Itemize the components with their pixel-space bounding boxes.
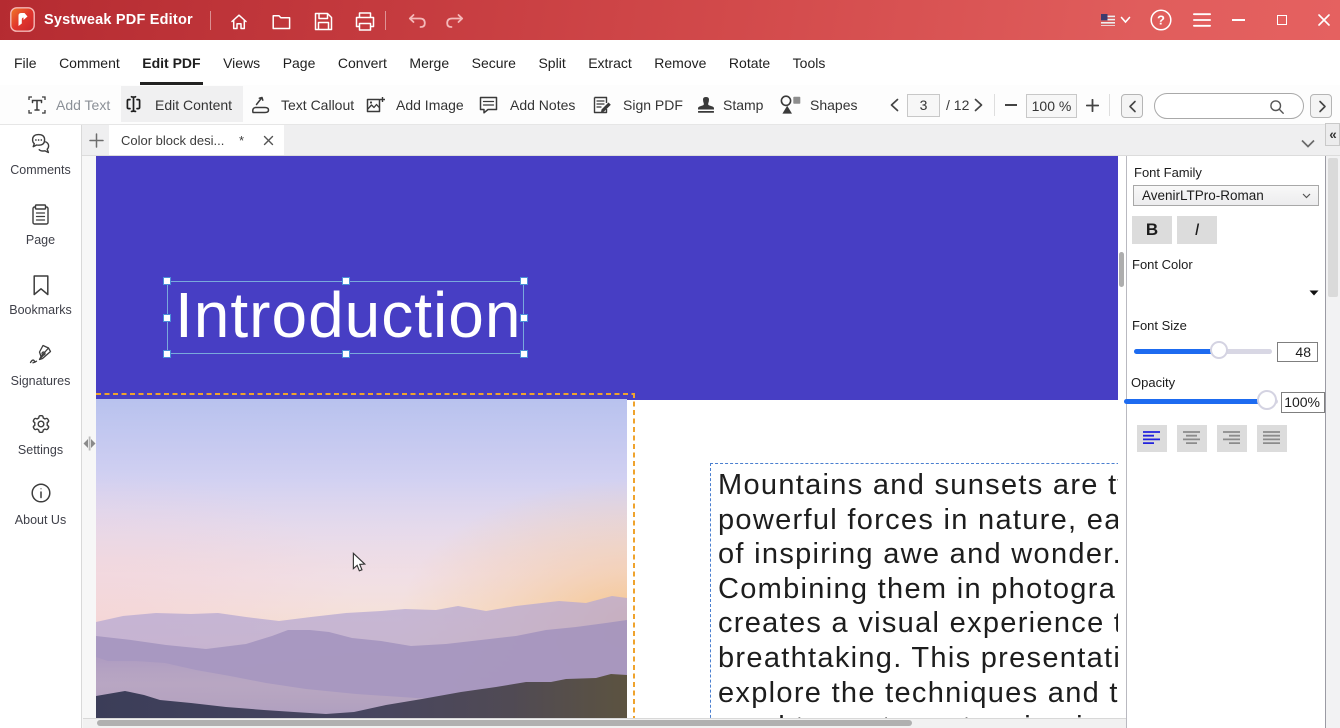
svg-text:?: ? xyxy=(1157,13,1165,28)
